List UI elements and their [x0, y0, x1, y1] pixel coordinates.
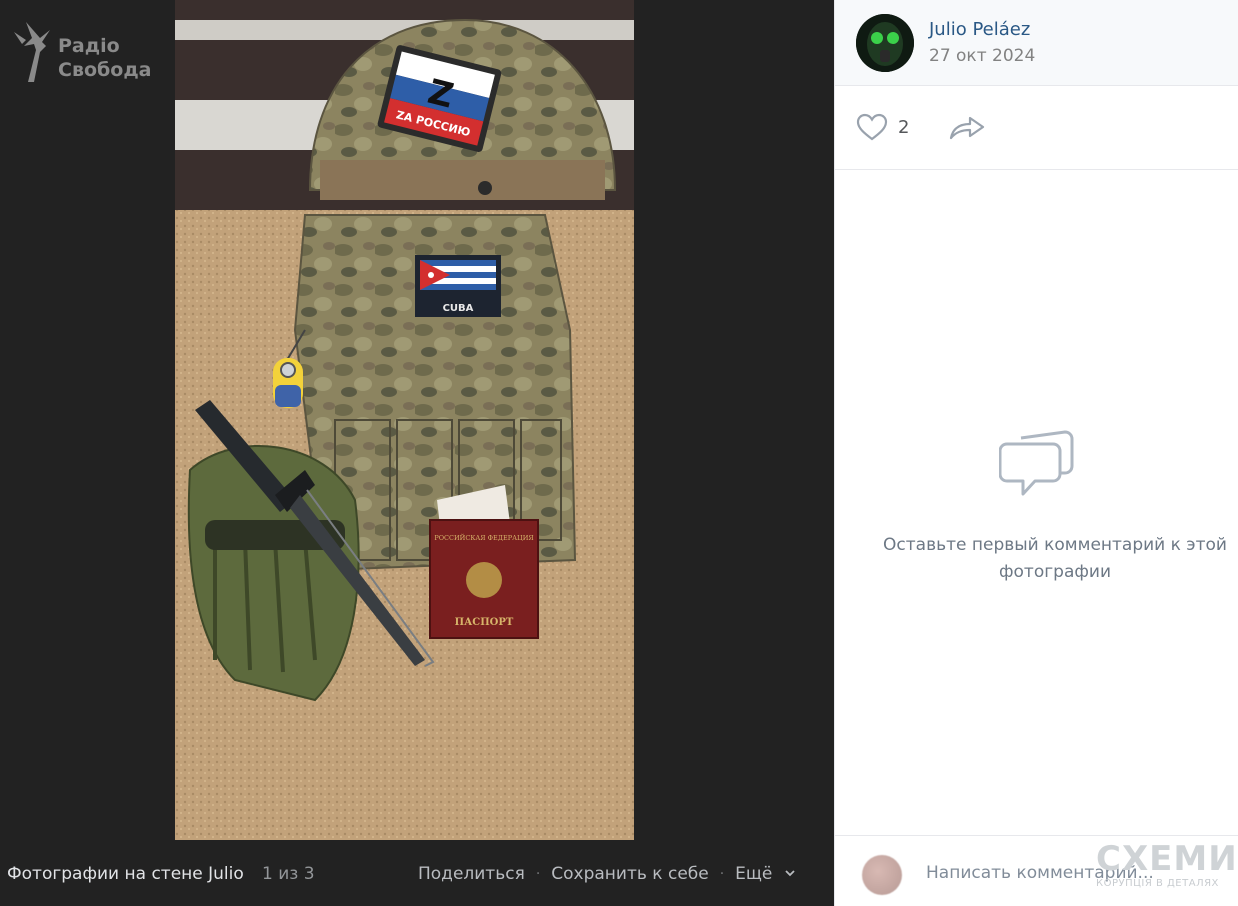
album-link[interactable]: Фотографии на стене Julio — [7, 864, 244, 884]
radio-svoboda-logo-icon: Радіо Свобода — [14, 22, 152, 82]
reactions-bar: 2 — [835, 86, 1238, 170]
watermark-line1: Радіо — [58, 35, 120, 57]
share-link[interactable]: Поделиться — [418, 864, 525, 884]
photo-counter: 1 из 3 — [262, 864, 315, 884]
passport-header: РОССИЙСКАЯ ФЕДЕРАЦИЯ — [434, 533, 533, 542]
empty-comments-text: Оставьте первый комментарий к этой фотог… — [883, 535, 1227, 582]
schemy-watermark: СХЕМИ КОРУПЦІЯ В ДЕТАЛЯХ — [1096, 839, 1238, 894]
photo-viewer: Радіо Свобода CUBA Z ZA РОССИЮ РОССИЙСКА… — [0, 0, 834, 906]
photo-bottom-bar: Фотографии на стене Julio 1 из 3 Поделит… — [0, 850, 834, 906]
more-menu[interactable]: Ещё — [735, 864, 796, 884]
like-button[interactable]: 2 — [855, 112, 909, 142]
chevron-down-icon — [785, 870, 795, 877]
photo-side-panel: Julio Peláez 27 окт 2024 2 Оставьте перв… — [834, 0, 1238, 906]
watermark-line2: Свобода — [58, 59, 152, 81]
radio-svoboda-watermark: Радіо Свобода — [12, 16, 162, 88]
share-button[interactable] — [948, 113, 986, 145]
gas-mask-avatar-icon — [856, 14, 914, 72]
post-date[interactable]: 27 окт 2024 — [929, 46, 1035, 66]
author-avatar[interactable] — [856, 14, 914, 72]
current-user-avatar — [862, 855, 902, 895]
schemy-logo-subtitle: КОРУПЦІЯ В ДЕТАЛЯХ — [1096, 878, 1219, 889]
separator-dot: · — [535, 866, 541, 882]
cuba-patch-text: CUBA — [443, 303, 474, 314]
share-arrow-icon — [949, 116, 985, 140]
passport-title: ПАСПОРТ — [455, 617, 514, 628]
schemy-logo-title: СХЕМИ — [1096, 839, 1238, 879]
cuba-patch: CUBA — [415, 255, 501, 317]
separator-dot: · — [719, 866, 725, 882]
empty-comments: Оставьте первый комментарий к этой фотог… — [835, 428, 1238, 582]
more-label: Ещё — [735, 864, 773, 884]
like-count: 2 — [898, 116, 910, 138]
military-gear-photo: CUBA Z ZA РОССИЮ РОССИЙСКАЯ ФЕДЕРАЦИЯ ПА… — [175, 0, 634, 840]
post-photo[interactable]: CUBA Z ZA РОССИЮ РОССИЙСКАЯ ФЕДЕРАЦИЯ ПА… — [175, 0, 634, 840]
photo-actions: Поделиться · Сохранить к себе · Ещё — [418, 864, 796, 884]
heart-icon — [856, 113, 888, 141]
comments-icon — [999, 430, 1074, 496]
author-header: Julio Peláez 27 окт 2024 — [835, 0, 1238, 86]
save-link[interactable]: Сохранить к себе — [551, 864, 708, 884]
author-name[interactable]: Julio Peláez — [929, 19, 1030, 40]
